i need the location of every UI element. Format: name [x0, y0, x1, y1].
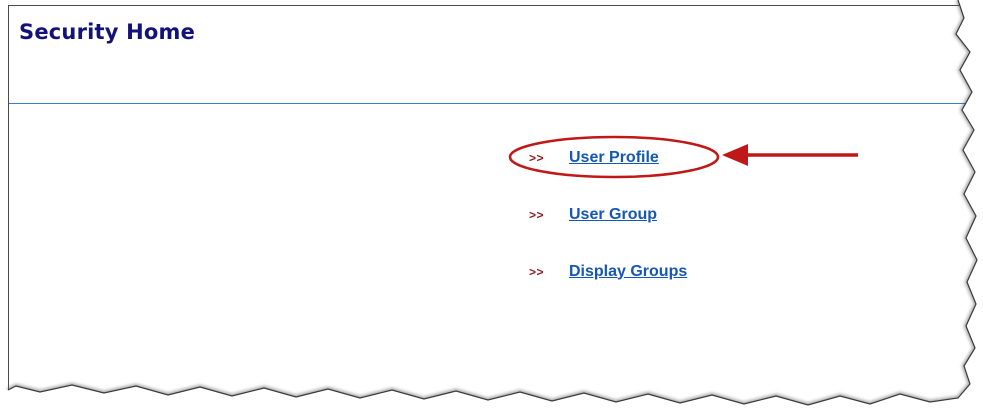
security-home-page: Security Home >> User Profile >> User Gr…	[8, 5, 983, 411]
list-item-user-profile: >> User Profile	[529, 146, 687, 169]
security-links-list: >> User Profile >> User Group >> Display…	[529, 146, 687, 317]
user-group-link[interactable]: User Group	[569, 206, 657, 224]
list-item-user-group: >> User Group	[529, 203, 687, 226]
list-item-display-groups: >> Display Groups	[529, 260, 687, 283]
bullet-marker: >>	[529, 264, 545, 279]
bullet-marker: >>	[529, 207, 545, 222]
bullet-marker: >>	[529, 150, 545, 165]
display-groups-link[interactable]: Display Groups	[569, 263, 687, 281]
user-profile-link[interactable]: User Profile	[569, 149, 659, 167]
header-divider	[9, 103, 983, 104]
page-title: Security Home	[19, 20, 196, 44]
screenshot-stage: Security Home >> User Profile >> User Gr…	[0, 0, 983, 411]
